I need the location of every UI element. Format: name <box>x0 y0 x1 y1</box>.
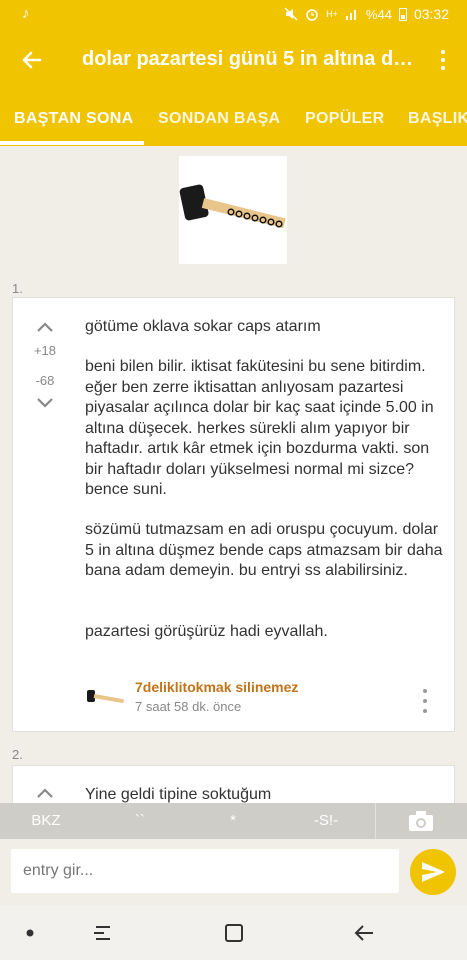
send-button[interactable] <box>410 849 456 895</box>
author-name[interactable]: 7deliklitokmak silinemez <box>135 679 298 695</box>
system-nav-bar <box>0 905 467 960</box>
app-bar: dolar pazartesi günü 5 in altına düşecek <box>0 28 467 92</box>
entry-paragraph: sözümü tutmazsam en adi oruspu çocuyum. … <box>85 521 443 579</box>
network-type: H+ <box>326 9 338 19</box>
tab-sondan-basa[interactable]: SONDAN BAŞA <box>158 92 280 146</box>
clock: 03:32 <box>413 6 449 22</box>
entry-number: 1. <box>12 281 23 296</box>
topic-image[interactable] <box>179 156 287 264</box>
active-tab-indicator <box>0 141 144 145</box>
status-bar: ♪ H+ %44 03:32 <box>0 0 467 28</box>
alarm-icon <box>306 9 318 21</box>
battery-level: %44 <box>365 6 392 22</box>
upvote-count: +18 <box>33 343 57 358</box>
music-note-icon: ♪ <box>22 5 30 22</box>
bkz-button[interactable]: BKZ <box>18 803 74 839</box>
battery-icon <box>398 8 407 21</box>
back-button[interactable] <box>16 44 48 76</box>
spoiler-button[interactable]: -S!- <box>298 803 354 839</box>
entry-input-bar <box>0 839 467 905</box>
dot-icon <box>26 929 34 937</box>
upvote-icon[interactable] <box>36 784 54 802</box>
entry-date[interactable]: 7 saat 58 dk. önce <box>135 699 241 714</box>
arrow-left-icon <box>22 51 42 69</box>
asterisk-button[interactable]: * <box>205 803 261 839</box>
camera-icon <box>409 811 433 831</box>
recents-icon[interactable] <box>90 920 116 946</box>
entry-number: 2. <box>12 747 23 762</box>
downvote-icon[interactable] <box>36 394 54 412</box>
tab-bar: BAŞTAN SONA SONDAN BAŞA POPÜLER BAŞLIK <box>0 92 467 146</box>
entry-card: +18 -68 götüme oklava sokar caps atarım … <box>12 297 455 732</box>
home-icon[interactable] <box>221 920 247 946</box>
entry-paragraph: beni bilen bilir. iktisat fakütesini bu … <box>85 358 434 498</box>
entry-input[interactable] <box>11 849 399 893</box>
send-icon <box>422 862 445 882</box>
tab-baslik[interactable]: BAŞLIK <box>408 92 467 146</box>
entry-paragraph: götüme oklava sokar caps atarım <box>85 318 321 335</box>
signal-icon <box>345 10 356 20</box>
upvote-icon[interactable] <box>36 318 54 336</box>
camera-button[interactable] <box>375 803 467 839</box>
author-avatar[interactable] <box>85 676 125 716</box>
tab-bastan-sona[interactable]: BAŞTAN SONA <box>14 92 133 146</box>
symbol-bar: BKZ `` * -S!- <box>0 803 467 839</box>
entry-paragraph: pazartesi görüşürüz hadi eyvallah. <box>85 623 328 640</box>
mute-icon <box>284 7 298 21</box>
mallet-icon <box>179 184 286 229</box>
backtick-button[interactable]: `` <box>112 803 168 839</box>
more-options-button[interactable] <box>433 44 453 76</box>
tab-populer[interactable]: POPÜLER <box>305 92 384 146</box>
topic-title: dolar pazartesi günü 5 in altına düşecek <box>82 48 417 70</box>
back-nav-icon[interactable] <box>352 920 378 946</box>
downvote-count: -68 <box>35 373 55 388</box>
status-icons: H+ %44 03:32 <box>284 6 449 22</box>
entry-more-button[interactable] <box>418 689 432 713</box>
